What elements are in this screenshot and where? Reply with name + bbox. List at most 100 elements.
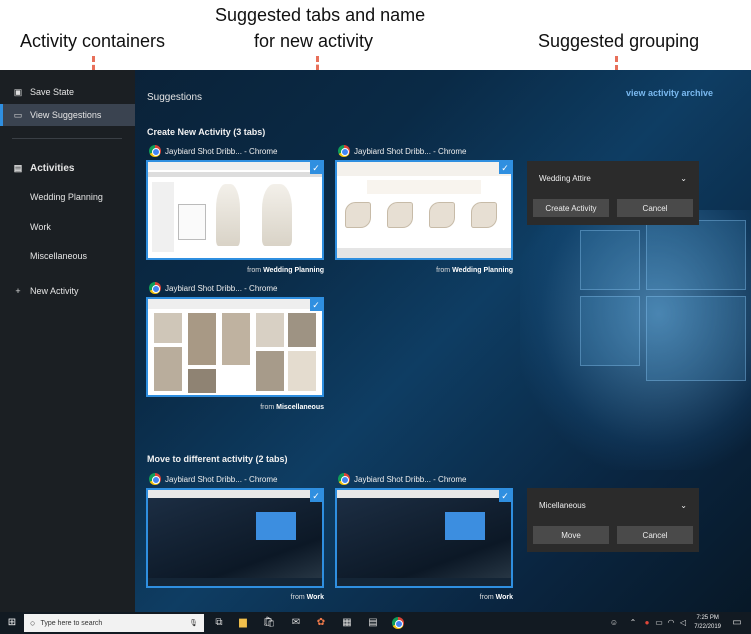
thumb-dress-photo xyxy=(288,313,316,347)
thumb-dress-image xyxy=(262,184,292,246)
file-explorer-icon[interactable]: ▆ xyxy=(236,616,250,630)
thumb-blue-card xyxy=(445,512,485,540)
thumb-header-bar xyxy=(148,162,322,170)
microphone-icon[interactable]: 🎙 xyxy=(189,619,198,627)
tab-thumbnail[interactable]: ✓ xyxy=(335,160,513,260)
tab-header: Jaybiard Shot Dribb... - Chrome xyxy=(338,144,467,158)
store-icon[interactable]: 🛍 xyxy=(262,616,276,630)
chevron-down-icon: ⌄ xyxy=(680,500,687,510)
tab-thumbnail[interactable]: ✓ xyxy=(335,488,513,588)
plus-icon: + xyxy=(15,286,21,296)
tab-title: Jaybiard Shot Dribb... - Chrome xyxy=(165,283,278,293)
windows-start-icon[interactable]: ⊞ xyxy=(5,616,19,630)
tab-title: Jaybiard Shot Dribb... - Chrome xyxy=(354,474,467,484)
thumb-dress-image xyxy=(216,184,240,246)
activities-icon: ▤ xyxy=(13,162,23,173)
thumb-banner xyxy=(367,180,481,194)
chevron-down-icon: ⌄ xyxy=(680,173,687,183)
taskbar-search-box[interactable]: ○ Type here to search 🎙 xyxy=(24,614,204,632)
activity-name-dropdown[interactable]: Wedding Attire ⌄ xyxy=(535,167,691,189)
thumb-shoe-image xyxy=(345,202,371,228)
check-icon[interactable]: ✓ xyxy=(310,162,322,174)
check-icon[interactable]: ✓ xyxy=(310,490,322,502)
check-icon[interactable]: ✓ xyxy=(310,299,322,311)
sidebar-item-view-suggestions[interactable]: ▭ View Suggestions xyxy=(0,104,135,126)
desktop-window-pane xyxy=(646,220,746,290)
task-view-icon[interactable]: ⧉ xyxy=(212,616,226,630)
tab-thumbnail[interactable]: ✓ xyxy=(146,160,324,260)
create-activity-button[interactable]: Create Activity xyxy=(533,199,609,217)
annotation-suggested-tabs-line1: Suggested tabs and name xyxy=(215,5,426,25)
from-activity: Wedding Planning xyxy=(263,267,324,274)
thumb-taskbar xyxy=(148,578,322,586)
people-icon[interactable]: ☺ xyxy=(607,616,621,630)
thumb-dress-photo xyxy=(256,351,284,391)
mail-icon[interactable]: ✉ xyxy=(289,616,303,630)
dropdown-value: Wedding Attire xyxy=(539,173,591,183)
cancel-button[interactable]: Cancel xyxy=(617,199,693,217)
page-title: Suggestions xyxy=(147,92,203,103)
target-activity-dropdown[interactable]: Micellaneous ⌄ xyxy=(535,494,691,516)
tab-title: Jaybiard Shot Dribb... - Chrome xyxy=(354,146,467,156)
chrome-icon xyxy=(338,473,350,485)
chrome-taskbar-icon[interactable] xyxy=(392,617,404,629)
sidebar-item-activity[interactable]: Work xyxy=(0,216,135,238)
thumb-dress-photo xyxy=(154,347,182,391)
dropdown-value: Micellaneous xyxy=(539,500,586,510)
chrome-icon xyxy=(338,145,350,157)
tab-header: Jaybiard Shot Dribb... - Chrome xyxy=(338,472,467,486)
thumb-shoe-image xyxy=(471,202,497,228)
sidebar-item-label: Work xyxy=(30,222,51,232)
thumb-blue-card xyxy=(256,512,296,540)
app-icon[interactable]: ✿ xyxy=(314,616,328,630)
search-icon: ○ xyxy=(30,618,36,628)
notifications-icon[interactable]: ▭ xyxy=(730,616,744,630)
sidebar-new-activity[interactable]: + New Activity xyxy=(0,280,135,302)
tab-thumbnail[interactable]: ✓ xyxy=(146,488,324,588)
taskbar-clock[interactable]: 7:25 PM 7/22/2019 xyxy=(694,614,721,632)
thumb-dress-photo xyxy=(154,313,182,343)
sidebar-item-label: Wedding Planning xyxy=(30,192,103,202)
thumb-shoe-image xyxy=(429,202,455,228)
tray-chevron-icon[interactable]: ⌃ xyxy=(626,616,640,630)
thumb-shoe-image xyxy=(387,202,413,228)
section-title-new-activity: Create New Activity (3 tabs) xyxy=(147,127,266,137)
calendar-icon[interactable]: ▦ xyxy=(340,616,354,630)
thumb-dress-photo xyxy=(188,369,216,393)
sidebar-heading-label: Activities xyxy=(30,162,75,174)
sidebar-item-activity[interactable]: Wedding Planning xyxy=(0,186,135,208)
thumb-dress-photo xyxy=(288,351,316,391)
thumb-footer-bar xyxy=(337,248,511,258)
thumb-header-bar xyxy=(148,299,322,309)
thumb-browser-bar xyxy=(337,490,511,498)
desktop-window-pane xyxy=(580,230,640,290)
tab-thumbnail[interactable]: ✓ xyxy=(146,297,324,397)
sidebar-activities-heading: ▤ Activities xyxy=(0,157,135,179)
move-button[interactable]: Move xyxy=(533,526,609,544)
annotation-suggested-grouping: Suggested grouping xyxy=(538,31,700,51)
chrome-icon xyxy=(149,145,161,157)
tab-source: from Wedding Planning xyxy=(335,267,513,274)
from-activity: Work xyxy=(495,594,513,601)
tab-source: from Work xyxy=(146,594,324,601)
clock-date: 7/22/2019 xyxy=(694,624,721,630)
sidebar-item-activity[interactable]: Miscellaneous xyxy=(0,245,135,267)
chrome-icon xyxy=(149,282,161,294)
volume-icon[interactable]: ◁ xyxy=(676,616,690,630)
sidebar-item-label: New Activity xyxy=(30,286,79,296)
tab-title: Jaybiard Shot Dribb... - Chrome xyxy=(165,474,278,484)
calculator-icon[interactable]: ▤ xyxy=(366,616,380,630)
from-prefix: from xyxy=(436,267,451,274)
thumb-nav-bar xyxy=(148,172,322,177)
archive-link[interactable]: view activity archive xyxy=(626,88,713,98)
tab-title: Jaybiard Shot Dribb... - Chrome xyxy=(165,146,278,156)
cancel-button[interactable]: Cancel xyxy=(617,526,693,544)
thumb-header-bar xyxy=(337,162,511,176)
sidebar-item-save-state[interactable]: ▣ Save State xyxy=(0,81,135,103)
check-icon[interactable]: ✓ xyxy=(499,162,511,174)
from-prefix: from xyxy=(260,404,275,411)
annotation-activity-containers: Activity containers xyxy=(20,31,166,51)
check-icon[interactable]: ✓ xyxy=(499,490,511,502)
sidebar-item-label: View Suggestions xyxy=(30,110,102,120)
thumb-dress-photo xyxy=(222,313,250,365)
